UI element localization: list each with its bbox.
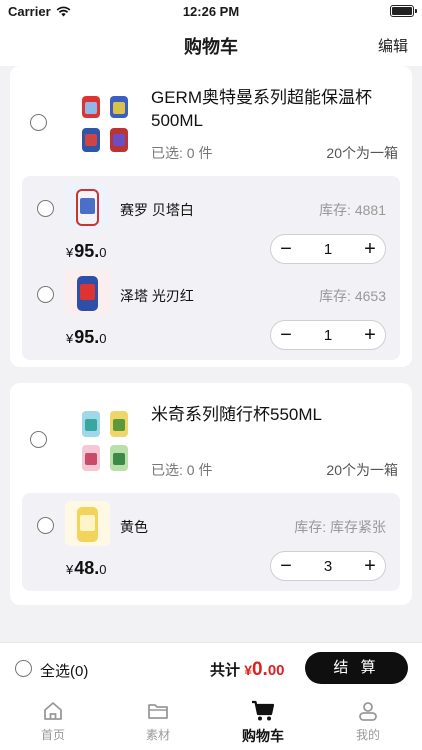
product-name[interactable]: GERM奥特曼系列超能保温杯500ML [151, 86, 401, 132]
variant-name: 黄色 [120, 519, 148, 535]
variant-row: 泽塔 光刃红 库存: 4653 ¥95.0 − 1 + [22, 262, 400, 350]
user-icon [359, 702, 377, 721]
selected-count: 已选: 0 件 [151, 145, 213, 161]
quantity-stepper: − 1 + [270, 320, 386, 350]
variant-select-radio[interactable] [37, 200, 54, 217]
total-label: 共计 [210, 662, 241, 679]
decrement-button[interactable]: − [271, 320, 301, 350]
variant-select-radio[interactable] [37, 517, 54, 534]
total-integer: 0. [251, 659, 268, 680]
pack-size: 20个为一箱 [326, 145, 398, 161]
page-title: 购物车 [184, 37, 238, 57]
total-symbol: ¥ [244, 662, 252, 678]
quantity-value[interactable]: 1 [301, 241, 355, 258]
cart-list[interactable]: GERM奥特曼系列超能保温杯500ML 已选: 0 件 20个为一箱 赛罗 贝塔… [0, 66, 422, 642]
price-symbol: ¥ [66, 245, 74, 260]
nav-bar: 购物车 编辑 [0, 22, 422, 66]
quantity-stepper: − 3 + [270, 551, 386, 581]
variant-stock: 库存: 库存紧张 [294, 519, 386, 535]
price-integer: 48. [74, 558, 100, 578]
decrement-button[interactable]: − [271, 234, 301, 264]
checkout-bar: 全选(0) 共计 ¥0.00 结 算 [0, 642, 422, 692]
total-price: ¥0.00 [244, 659, 284, 680]
tab-cart[interactable]: 购物车 [223, 698, 303, 746]
variant-price: ¥48.0 [66, 558, 107, 579]
battery-icon [390, 5, 417, 17]
product-header: 米奇系列随行杯550ML 已选: 0 件 20个为一箱 [10, 383, 412, 493]
product-image[interactable] [72, 88, 146, 162]
variant-image [65, 501, 110, 546]
folder-icon [148, 704, 168, 719]
price-decimal: 0 [99, 562, 107, 577]
increment-button[interactable]: + [355, 320, 385, 350]
variant-row: 黄色 库存: 库存紧张 ¥48.0 − 3 + [22, 493, 400, 581]
variant-price: ¥95.0 [66, 241, 107, 262]
tab-label: 素材 [145, 728, 170, 742]
product-header: GERM奥特曼系列超能保温杯500ML 已选: 0 件 20个为一箱 [10, 66, 412, 176]
edit-button[interactable]: 编辑 [378, 35, 408, 56]
cart-icon [252, 700, 275, 721]
selected-count: 已选: 0 件 [151, 462, 213, 478]
total-decimal: 00 [267, 662, 285, 679]
variant-select-radio[interactable] [37, 286, 54, 303]
price-decimal: 0 [99, 331, 107, 346]
quantity-stepper: − 1 + [270, 234, 386, 264]
tab-label: 我的 [355, 728, 380, 742]
variant-list: 黄色 库存: 库存紧张 ¥48.0 − 3 + [22, 493, 400, 591]
variant-price: ¥95.0 [66, 327, 107, 348]
price-decimal: 0 [99, 245, 107, 260]
status-bar: Carrier 12:26 PM [0, 0, 422, 22]
home-icon [44, 702, 62, 720]
price-integer: 95. [74, 241, 100, 261]
product-select-radio[interactable] [30, 431, 47, 448]
clock: 12:26 PM [182, 4, 240, 19]
quantity-value[interactable]: 1 [301, 327, 355, 344]
increment-button[interactable]: + [355, 234, 385, 264]
pack-size: 20个为一箱 [326, 462, 398, 478]
product-card: 米奇系列随行杯550ML 已选: 0 件 20个为一箱 黄色 库存: 库存紧张 … [10, 383, 412, 605]
tab-home[interactable]: 首页 [13, 698, 93, 743]
select-all-radio[interactable] [15, 660, 32, 677]
decrement-button[interactable]: − [271, 551, 301, 581]
quantity-value[interactable]: 3 [301, 558, 355, 575]
product-card: GERM奥特曼系列超能保温杯500ML 已选: 0 件 20个为一箱 赛罗 贝塔… [10, 66, 412, 367]
variant-stock: 库存: 4881 [319, 202, 386, 218]
variant-row: 赛罗 贝塔白 库存: 4881 ¥95.0 − 1 + [22, 176, 400, 264]
checkout-button[interactable]: 结 算 [305, 652, 408, 684]
tab-bar: 首页 素材 购物车 我的 [0, 692, 422, 750]
product-select-radio[interactable] [30, 114, 47, 131]
variant-stock: 库存: 4653 [319, 288, 386, 304]
increment-button[interactable]: + [355, 551, 385, 581]
variant-list: 赛罗 贝塔白 库存: 4881 ¥95.0 − 1 + 泽塔 光刃红 库存: 4… [22, 176, 400, 360]
variant-name: 赛罗 贝塔白 [120, 202, 194, 218]
price-integer: 95. [74, 327, 100, 347]
variant-name: 泽塔 光刃红 [120, 288, 194, 304]
variant-image [65, 270, 110, 315]
product-name[interactable]: 米奇系列随行杯550ML [151, 403, 401, 426]
tab-profile[interactable]: 我的 [328, 698, 408, 743]
tab-label: 首页 [40, 728, 65, 742]
price-symbol: ¥ [66, 331, 74, 346]
total-amount: 共计 ¥0.00 [210, 659, 285, 681]
tab-label: 购物车 [242, 728, 284, 744]
tab-materials[interactable]: 素材 [118, 698, 198, 743]
price-symbol: ¥ [66, 562, 74, 577]
product-image[interactable] [72, 405, 146, 479]
variant-image [65, 184, 110, 229]
select-all-label[interactable]: 全选(0) [40, 660, 88, 681]
